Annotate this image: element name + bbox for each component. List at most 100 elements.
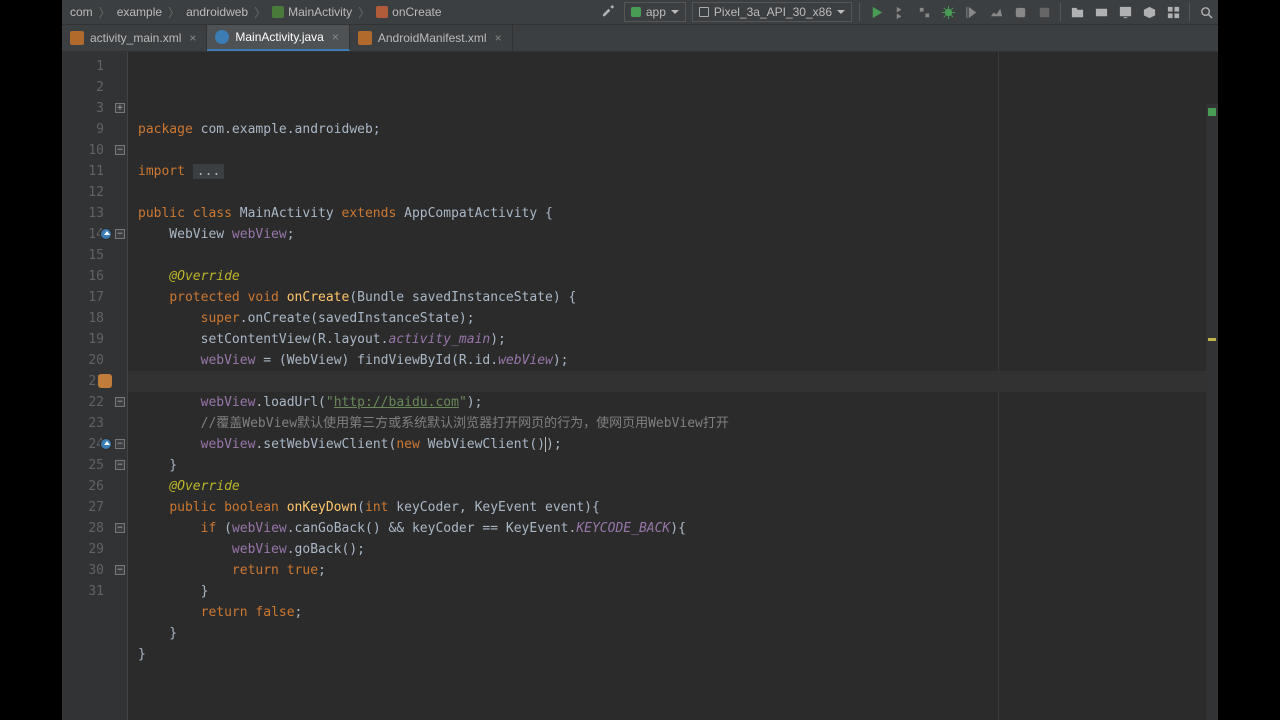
code-line[interactable]: public class MainActivity extends AppCom… [138,203,1218,224]
sdk-manager-icon[interactable] [1138,1,1160,23]
editor-tab[interactable]: activity_main.xml× [62,25,207,51]
line-number[interactable]: 24 [62,434,104,455]
close-icon[interactable]: × [493,31,504,45]
code-line[interactable]: import ... [138,161,1218,182]
avd-manager-icon[interactable] [1114,1,1136,23]
code-line[interactable]: WebView webView; [138,224,1218,245]
fold-toggle[interactable]: − [115,397,125,407]
code-line[interactable]: } [138,644,1218,665]
line-number[interactable]: 30 [62,560,104,581]
line-number[interactable]: 16 [62,266,104,287]
build-hammer-icon[interactable] [598,1,620,23]
code-line[interactable]: //WebView加载web资源 [138,371,1218,392]
method-icon [376,6,388,18]
run-icon[interactable] [865,1,887,23]
tab-label: AndroidManifest.xml [378,31,487,45]
line-number[interactable]: 25 [62,455,104,476]
line-number[interactable]: 1 [62,56,104,77]
breadcrumb-item[interactable]: onCreate [372,5,445,19]
search-icon[interactable] [1195,1,1217,23]
line-number[interactable]: 19 [62,329,104,350]
override-icon[interactable] [100,438,112,450]
code-line[interactable]: setContentView(R.layout.activity_main); [138,329,1218,350]
line-number[interactable]: 10 [62,140,104,161]
warning-mark[interactable] [1208,338,1216,341]
project-structure-icon[interactable] [1066,1,1088,23]
code-area[interactable]: package com.example.androidweb; import ..… [128,52,1218,720]
code-line[interactable]: public boolean onKeyDown(int keyCoder, K… [138,497,1218,518]
code-line[interactable] [138,140,1218,161]
intention-bulb-icon[interactable] [98,374,112,388]
code-line[interactable]: } [138,581,1218,602]
fold-toggle[interactable]: − [115,145,125,155]
override-icon[interactable] [100,228,112,240]
sync-gradle-icon[interactable] [1090,1,1112,23]
device-dropdown[interactable]: Pixel_3a_API_30_x86 [692,2,852,22]
line-number[interactable]: 2 [62,77,104,98]
code-line[interactable]: @Override [138,476,1218,497]
fold-toggle[interactable]: − [115,523,125,533]
line-number[interactable]: 27 [62,497,104,518]
run-config-dropdown[interactable]: app [624,2,686,22]
code-line[interactable]: webView.loadUrl("http://baidu.com"); [138,392,1218,413]
code-line[interactable] [138,182,1218,203]
line-number[interactable]: 3 [62,98,104,119]
line-number[interactable]: 13 [62,203,104,224]
line-number[interactable]: 11 [62,161,104,182]
code-line[interactable]: package com.example.androidweb; [138,119,1218,140]
close-icon[interactable]: × [330,30,341,44]
line-number[interactable]: 28 [62,518,104,539]
fold-toggle[interactable]: − [115,565,125,575]
code-line[interactable] [138,245,1218,266]
close-icon[interactable]: × [187,31,198,45]
attach-debugger-icon[interactable] [1009,1,1031,23]
editor-tabs: activity_main.xml×MainActivity.java×Andr… [62,25,1218,52]
fold-toggle[interactable]: + [115,103,125,113]
line-number[interactable]: 17 [62,287,104,308]
line-number[interactable]: 31 [62,581,104,602]
line-number[interactable]: 12 [62,182,104,203]
debug-icon[interactable] [937,1,959,23]
code-line[interactable]: return false; [138,602,1218,623]
code-line[interactable]: @Override [138,266,1218,287]
fold-toggle[interactable]: − [115,460,125,470]
line-number[interactable]: 9 [62,119,104,140]
code-editor[interactable]: 1239101112131415161718192021222324252627… [62,52,1218,720]
fold-toggle[interactable]: − [115,439,125,449]
stop-icon[interactable] [1033,1,1055,23]
line-number[interactable]: 23 [62,413,104,434]
breadcrumb-item[interactable]: example [113,5,166,19]
profiler-icon[interactable] [985,1,1007,23]
coverage-icon[interactable] [961,1,983,23]
breadcrumb-item[interactable]: androidweb [182,5,252,19]
chevron-right-icon: 〉 [252,4,268,21]
line-number[interactable]: 20 [62,350,104,371]
line-number[interactable]: 18 [62,308,104,329]
fold-toggle[interactable]: − [115,229,125,239]
resource-manager-icon[interactable] [1162,1,1184,23]
code-line[interactable]: if (webView.canGoBack() && keyCoder == K… [138,518,1218,539]
code-line[interactable]: webView.goBack(); [138,539,1218,560]
editor-tab[interactable]: MainActivity.java× [207,25,350,51]
breadcrumb-item[interactable]: com [66,5,97,19]
line-number[interactable]: 15 [62,245,104,266]
breadcrumb-item[interactable]: MainActivity [268,5,356,19]
editor-tab[interactable]: AndroidManifest.xml × [350,25,513,51]
apply-code-changes-icon[interactable] [913,1,935,23]
code-line[interactable]: //覆盖WebView默认使用第三方或系统默认浏览器打开网页的行为，使网页用We… [138,413,1218,434]
line-number[interactable]: 14 [62,224,104,245]
line-number[interactable]: 22 [62,392,104,413]
line-number[interactable]: 29 [62,539,104,560]
chevron-right-icon: 〉 [166,4,182,21]
line-number[interactable]: 26 [62,476,104,497]
code-line[interactable]: protected void onCreate(Bundle savedInst… [138,287,1218,308]
code-line[interactable]: super.onCreate(savedInstanceState); [138,308,1218,329]
code-line[interactable]: webView = (WebView) findViewById(R.id.we… [138,350,1218,371]
code-line[interactable]: return true; [138,560,1218,581]
code-line[interactable]: } [138,623,1218,644]
code-line[interactable]: } [138,455,1218,476]
java-file-icon [215,30,229,44]
apply-changes-icon[interactable] [889,1,911,23]
code-line[interactable]: webView.setWebViewClient(new WebViewClie… [138,434,1218,455]
error-stripe[interactable] [1206,104,1218,720]
